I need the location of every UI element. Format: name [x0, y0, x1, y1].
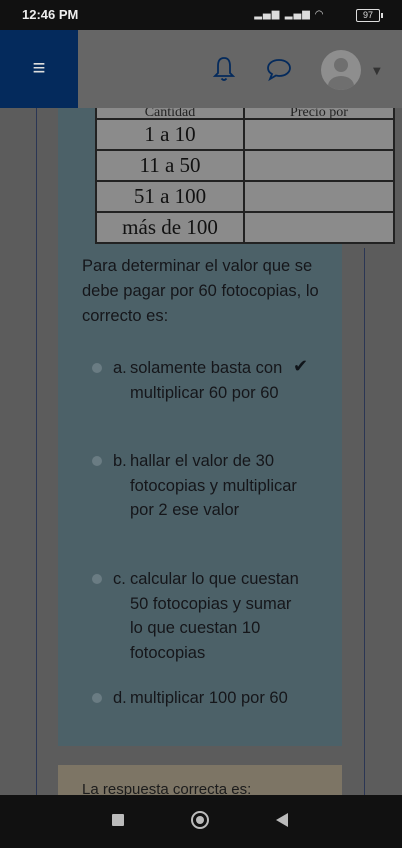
table-cell: [243, 211, 395, 244]
table-cell: [243, 149, 395, 182]
table-cell: más de 100: [95, 211, 245, 244]
option-label: calcular lo que cuestan 50 fotocopias y …: [130, 570, 299, 662]
table-cell: 51 a 100: [95, 180, 245, 213]
table-cell: [243, 180, 395, 213]
status-time: 12:46 PM: [22, 7, 79, 22]
option-label: multiplicar 100 por 60: [130, 689, 288, 707]
option-label: hallar el valor de 30 fotocopias y multi…: [130, 452, 297, 519]
price-table: Cantidad Precio por 1 a 10 11 a 50 51 a …: [95, 108, 395, 244]
table-row: Cantidad Precio por: [95, 108, 395, 120]
radio-button[interactable]: [92, 693, 102, 703]
feedback-box: La respuesta correcta es:: [58, 765, 342, 795]
system-nav-bar: [0, 795, 402, 848]
radio-button[interactable]: [92, 574, 102, 584]
table-row: 11 a 50: [95, 149, 395, 182]
table-cell: 1 a 10: [95, 118, 245, 151]
left-border: [36, 108, 37, 795]
avatar[interactable]: [321, 50, 361, 90]
top-navbar: ≡ ▼: [0, 30, 402, 108]
menu-icon[interactable]: ≡: [0, 30, 78, 108]
option-letter: d.: [113, 689, 127, 707]
option-letter: b.: [113, 452, 127, 470]
status-bar: 12:46 PM ▂▄▆ ▂▄▆ ◠ 97: [0, 0, 402, 30]
checkmark-icon: ✔: [293, 356, 309, 377]
option-letter: a.: [113, 359, 127, 377]
recent-apps-icon[interactable]: [112, 814, 124, 826]
chat-icon[interactable]: [264, 54, 294, 84]
table-row: 51 a 100: [95, 180, 395, 213]
option-letter: c.: [113, 570, 126, 588]
table-row: más de 100: [95, 211, 395, 244]
right-border: [364, 248, 365, 795]
option-label: solamente basta con multiplicar 60 por 6…: [130, 359, 283, 402]
home-icon[interactable]: [191, 811, 209, 829]
battery-icon: 97: [356, 9, 383, 22]
question-text: Para determinar el valor que se debe pag…: [82, 257, 319, 325]
table-header-cell: Precio por: [243, 108, 395, 120]
table-row: 1 a 10: [95, 118, 395, 151]
feedback-text: La respuesta correcta es:: [82, 781, 252, 795]
chevron-down-icon[interactable]: ▼: [373, 66, 381, 77]
table-cell: [243, 118, 395, 151]
table-header-cell: Cantidad: [95, 108, 245, 120]
page-content: Cantidad Precio por 1 a 10 11 a 50 51 a …: [0, 108, 402, 795]
back-icon[interactable]: [276, 813, 288, 827]
radio-button[interactable]: [92, 456, 102, 466]
radio-button[interactable]: [92, 363, 102, 373]
signal-wifi-icon: ▂▄▆ ▂▄▆ ◠: [254, 9, 324, 20]
table-cell: 11 a 50: [95, 149, 245, 182]
bell-icon[interactable]: [212, 54, 236, 84]
